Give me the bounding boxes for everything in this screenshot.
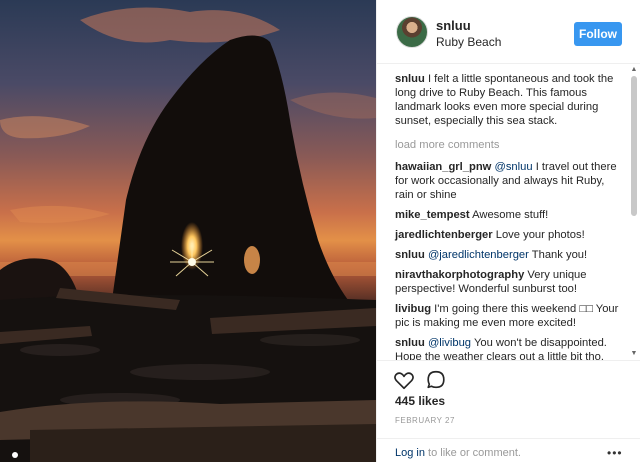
- post-caption: snluu I felt a little spontaneous and to…: [395, 72, 623, 128]
- scroll-up-arrow-icon[interactable]: ▲: [630, 66, 638, 74]
- comment-mention[interactable]: @snluu: [494, 161, 532, 173]
- post-date: FEBRUARY 27: [395, 416, 455, 425]
- comment-text: Thank you!: [531, 249, 588, 261]
- comment-item: hawaiian_grl_pnw @snluu I travel out the…: [395, 160, 623, 202]
- comment-username[interactable]: hawaiian_grl_pnw: [395, 161, 491, 173]
- comment-mention[interactable]: @jaredlichtenberger: [428, 249, 529, 261]
- post-actions: [377, 360, 640, 394]
- post-photo[interactable]: [0, 0, 376, 462]
- login-prompt: Log in to like or comment.: [395, 447, 521, 459]
- comment-username[interactable]: snluu: [395, 249, 425, 261]
- comment-item: snluu @livibug You won't be disappointed…: [395, 336, 623, 360]
- post-header: snluu Ruby Beach Follow: [377, 0, 640, 64]
- comments-list[interactable]: snluu I felt a little spontaneous and to…: [377, 64, 640, 360]
- scrollbar-thumb[interactable]: [631, 76, 637, 216]
- caption-text: I felt a little spontaneous and took the…: [395, 73, 614, 127]
- comment-text: Awesome stuff!: [472, 209, 549, 221]
- login-prompt-text: to like or comment.: [428, 447, 521, 459]
- comment-username[interactable]: snluu: [395, 337, 425, 349]
- comment-text: You won't be disappointed. Hope the weat…: [395, 337, 607, 360]
- comment-item: snluu @jaredlichtenberger Thank you!: [395, 248, 623, 262]
- caption-username[interactable]: snluu: [395, 73, 425, 85]
- comments-scrollbar[interactable]: ▲ ▼: [630, 64, 638, 360]
- follow-button[interactable]: Follow: [574, 22, 622, 46]
- comment-mention[interactable]: @livibug: [428, 337, 471, 349]
- post-side-panel: snluu Ruby Beach Follow snluu I felt a l…: [376, 0, 640, 462]
- carousel-indicator: [12, 452, 18, 458]
- likes-count[interactable]: 445 likes: [395, 394, 445, 408]
- comment-item: mike_tempest Awesome stuff!: [395, 208, 623, 222]
- avatar[interactable]: [396, 16, 428, 48]
- comment-item: niravthakorphotography Very unique persp…: [395, 268, 623, 296]
- login-link[interactable]: Log in: [395, 447, 425, 459]
- load-more-comments-link[interactable]: load more comments: [395, 138, 623, 152]
- post-footer: Log in to like or comment. •••: [377, 438, 640, 462]
- comment-username[interactable]: livibug: [395, 303, 431, 315]
- comment-username[interactable]: jaredlichtenberger: [395, 229, 493, 241]
- comment-username[interactable]: mike_tempest: [395, 209, 470, 221]
- comment-item: jaredlichtenberger Love your photos!: [395, 228, 623, 242]
- comment-item: livibug I'm going there this weekend □□ …: [395, 302, 623, 330]
- scroll-down-arrow-icon[interactable]: ▼: [630, 350, 638, 358]
- comment-text: Love your photos!: [495, 229, 585, 241]
- comment-username[interactable]: niravthakorphotography: [395, 269, 524, 281]
- heart-icon[interactable]: [393, 369, 415, 391]
- sea-stack-sunset-image: [0, 7, 376, 462]
- more-options-icon[interactable]: •••: [607, 446, 623, 460]
- comment-icon[interactable]: [425, 369, 447, 391]
- post-location[interactable]: Ruby Beach: [436, 35, 501, 49]
- post-username[interactable]: snluu: [436, 18, 471, 33]
